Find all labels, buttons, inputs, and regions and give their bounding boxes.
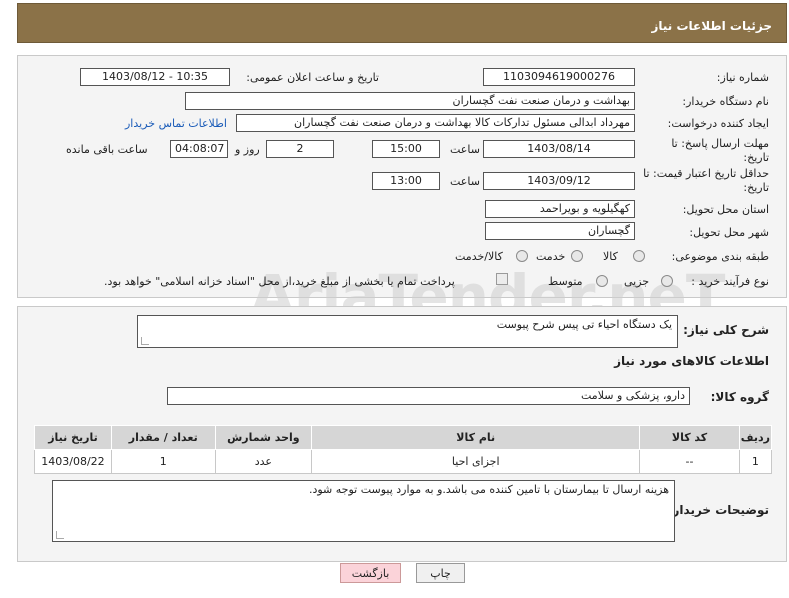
category-option-service: خدمت bbox=[536, 250, 566, 263]
buyer-contact-link[interactable]: اطلاعات تماس خریدار bbox=[125, 117, 227, 130]
category-radio-service[interactable] bbox=[571, 250, 583, 262]
summary-text: یک دستگاه احیاء تی پیس شرح پیوست bbox=[496, 318, 672, 331]
price-time-field: 13:00 bbox=[372, 172, 440, 190]
col-goods-code: کد کالا bbox=[639, 425, 740, 450]
group-field: دارو، پزشکی و سلامت bbox=[167, 387, 690, 405]
remaining-label: ساعت باقی مانده bbox=[66, 143, 148, 156]
items-table: ردیف کد کالا نام کالا واحد شمارش تعداد /… bbox=[34, 425, 773, 474]
cell-goods-code: -- bbox=[639, 449, 740, 474]
buyer-notes-textarea[interactable]: هزینه ارسال تا بیمارستان با تامین کننده … bbox=[52, 480, 675, 542]
col-need-date: تاریخ نیاز bbox=[34, 425, 112, 450]
buyer-org-field: بهداشت و درمان صنعت نفت گچساران bbox=[185, 92, 635, 110]
city-field: گچساران bbox=[485, 222, 635, 240]
page-title: جزئیات اطلاعات نیاز bbox=[651, 19, 772, 33]
price-time-label: ساعت bbox=[450, 175, 480, 188]
province-label: استان محل تحویل: bbox=[682, 203, 769, 216]
table-row: 1 -- اجزای احیا عدد 1 1403/08/22 bbox=[34, 449, 773, 474]
reply-date-field: 1403/08/14 bbox=[483, 140, 635, 158]
announce-field: 1403/08/12 - 10:35 bbox=[80, 68, 230, 86]
table-header-row: ردیف کد کالا نام کالا واحد شمارش تعداد /… bbox=[34, 425, 773, 450]
announce-label: تاریخ و ساعت اعلان عمومی: bbox=[246, 71, 379, 84]
cell-goods-name: اجزای احیا bbox=[311, 449, 641, 474]
province-field: کهگیلویه و بویراحمد bbox=[485, 200, 635, 218]
resize-handle-icon[interactable] bbox=[56, 531, 64, 539]
col-row-number: ردیف bbox=[738, 425, 773, 450]
need-number-field: 1103094619000276 bbox=[483, 68, 635, 86]
process-option-medium: متوسط bbox=[548, 275, 583, 288]
summary-label: شرح کلی نیاز: bbox=[683, 323, 769, 337]
col-quantity: تعداد / مقدار bbox=[110, 425, 216, 450]
buyer-notes-label: توضیحات خریدار: bbox=[667, 503, 769, 517]
cell-unit: عدد bbox=[214, 449, 313, 474]
category-radio-goods[interactable] bbox=[633, 250, 645, 262]
reply-time-field: 15:00 bbox=[372, 140, 440, 158]
reply-time-label: ساعت bbox=[450, 143, 480, 156]
treasury-payment-checkbox[interactable] bbox=[496, 273, 508, 285]
need-number-label: شماره نیاز: bbox=[716, 71, 769, 84]
category-option-goods: کالا bbox=[603, 250, 618, 263]
days-label: روز و bbox=[235, 143, 260, 156]
goods-info-title: اطلاعات کالاهای مورد نیاز bbox=[614, 354, 769, 368]
col-unit: واحد شمارش bbox=[214, 425, 313, 450]
city-label: شهر محل تحویل: bbox=[689, 226, 769, 239]
requester-label: ایجاد کننده درخواست: bbox=[667, 117, 769, 130]
cell-need-date: 1403/08/22 bbox=[34, 449, 112, 474]
print-button[interactable]: چاپ bbox=[416, 563, 465, 583]
page-header: جزئیات اطلاعات نیاز bbox=[17, 3, 787, 43]
category-option-both: کالا/خدمت bbox=[455, 250, 503, 263]
payment-note: پرداخت تمام یا بخشی از مبلغ خرید،از محل … bbox=[104, 275, 455, 288]
buyer-notes-text: هزینه ارسال تا بیمارستان با تامین کننده … bbox=[308, 483, 669, 496]
days-field: 2 bbox=[266, 140, 334, 158]
col-goods-name: نام کالا bbox=[311, 425, 641, 450]
buyer-org-label: نام دستگاه خریدار: bbox=[682, 95, 769, 108]
cell-quantity: 1 bbox=[110, 449, 216, 474]
process-radio-minor[interactable] bbox=[661, 275, 673, 287]
process-radio-medium[interactable] bbox=[596, 275, 608, 287]
process-label: نوع فرآیند خرید : bbox=[691, 275, 769, 288]
reply-deadline-label: مهلت ارسال پاسخ: تا تاریخ: bbox=[671, 137, 769, 164]
remaining-time-field: 04:08:07 bbox=[170, 140, 228, 158]
price-validity-label: حداقل تاریخ اعتبار قیمت: تا تاریخ: bbox=[643, 167, 769, 194]
cell-row-number: 1 bbox=[738, 449, 773, 474]
requester-field: مهرداد ابدالی مسئول تدارکات کالا بهداشت … bbox=[236, 114, 635, 132]
category-label: طبقه بندی موضوعی: bbox=[671, 250, 769, 263]
summary-textarea[interactable]: یک دستگاه احیاء تی پیس شرح پیوست bbox=[137, 315, 678, 348]
category-radio-both[interactable] bbox=[516, 250, 528, 262]
price-date-field: 1403/09/12 bbox=[483, 172, 635, 190]
back-button[interactable]: بازگشت bbox=[340, 563, 401, 583]
group-label: گروه کالا: bbox=[710, 390, 769, 404]
process-option-minor: جزیی bbox=[624, 275, 650, 288]
resize-handle-icon[interactable] bbox=[141, 337, 149, 345]
